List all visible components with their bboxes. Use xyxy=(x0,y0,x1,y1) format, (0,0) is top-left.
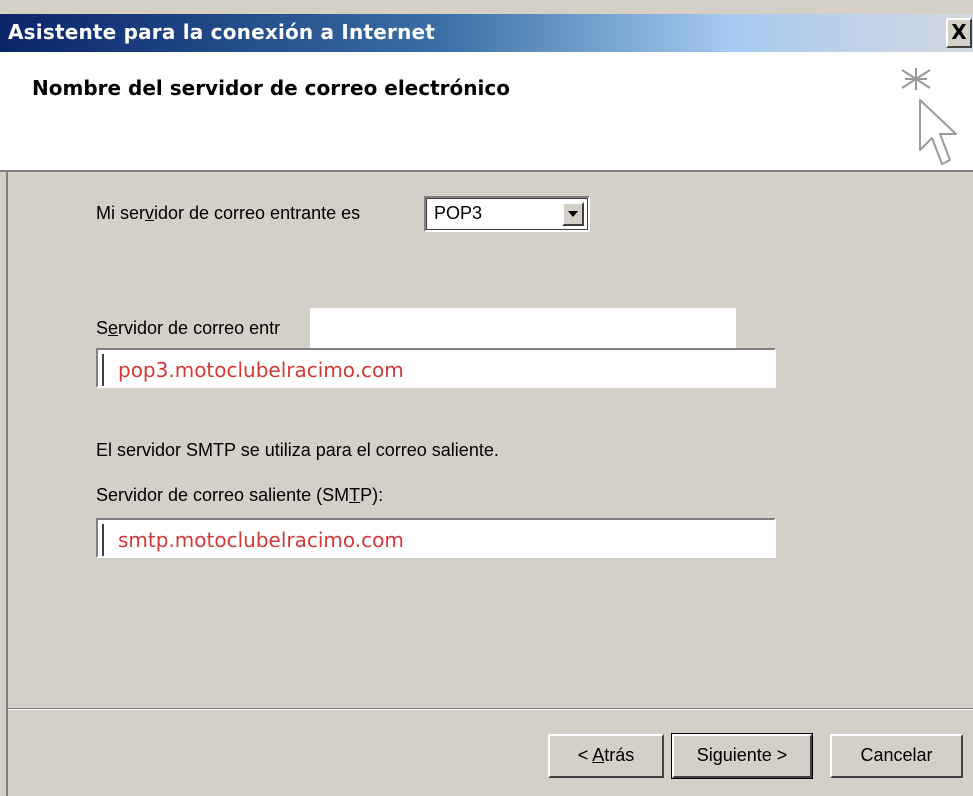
outgoing-server-label: Servidor de correo saliente (SMTP): xyxy=(96,485,384,505)
incoming-type-label: Mi servidor de correo entrante es xyxy=(96,203,361,223)
incoming-server-value: pop3.motoclubelracimo.com xyxy=(118,358,404,382)
close-icon: X xyxy=(951,20,967,44)
incoming-server-input[interactable]: pop3.motoclubelracimo.com xyxy=(96,348,776,388)
chevron-down-icon[interactable] xyxy=(562,202,584,226)
left-border xyxy=(6,170,8,796)
close-button[interactable]: X xyxy=(946,18,972,48)
footer-divider xyxy=(8,708,973,710)
incoming-type-select[interactable]: POP3 xyxy=(424,196,590,232)
wizard-header: Nombre del servidor de correo electrónic… xyxy=(0,52,973,172)
smtp-info-text: El servidor SMTP se utiliza para el corr… xyxy=(96,440,499,460)
next-button[interactable]: Siguiente > xyxy=(671,733,813,779)
incoming-server-label: Servidor de correo entr xyxy=(96,318,281,338)
redaction-block xyxy=(310,308,736,348)
incoming-type-value: POP3 xyxy=(434,203,483,223)
wizard-window: Asistente para la conexión a Internet X … xyxy=(0,0,973,796)
back-button[interactable]: < Atrás xyxy=(548,734,664,778)
title-bar[interactable]: Asistente para la conexión a Internet X xyxy=(0,14,973,52)
outgoing-server-input[interactable]: smtp.motoclubelracimo.com xyxy=(96,518,776,558)
cancel-button[interactable]: Cancelar xyxy=(830,734,963,778)
outgoing-server-value: smtp.motoclubelracimo.com xyxy=(118,528,404,552)
window-title: Asistente para la conexión a Internet xyxy=(8,20,436,44)
page-title: Nombre del servidor de correo electrónic… xyxy=(32,76,510,100)
wizard-cursor-icon xyxy=(901,68,957,165)
